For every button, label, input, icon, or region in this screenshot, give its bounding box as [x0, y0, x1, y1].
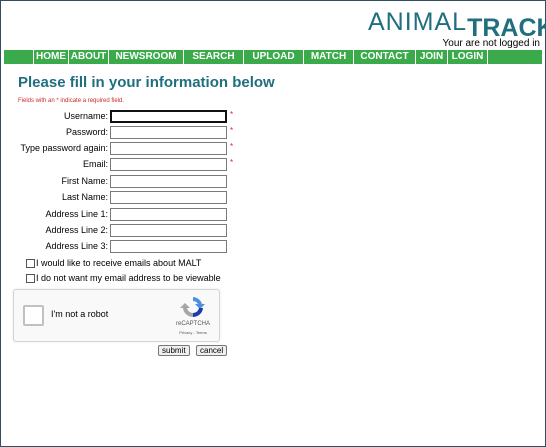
form-row-address-1: Address Line 1: [0, 208, 546, 222]
nav-item-about[interactable]: ABOUT [69, 50, 109, 64]
last-name-label: Last Name: [61, 192, 108, 202]
nav-spacer [4, 50, 34, 64]
login-status: Your are not logged in [442, 38, 541, 49]
required-field-note: Fields with an * indicate a required fie… [18, 98, 125, 104]
email-optin-label: I would like to receive emails about MAL… [36, 258, 202, 268]
last-name-input[interactable] [110, 191, 227, 204]
recaptcha-checkbox[interactable] [23, 305, 44, 326]
address-line-2-label: Address Line 2: [45, 225, 108, 235]
site-logo[interactable]: ANIMALTRACKS [368, 8, 546, 42]
logo-animal-text: ANIMAL [368, 8, 468, 36]
password-confirm-label: Type password again: [20, 143, 108, 153]
recaptcha-widget: I'm not a robot reCAPTCHA Privacy - Term… [13, 289, 220, 342]
hide-email-checkbox[interactable] [26, 274, 35, 283]
required-marker: * [230, 158, 234, 167]
form-row-address-2: Address Line 2: [0, 224, 546, 238]
required-marker: * [230, 110, 234, 119]
email-label: Email: [82, 159, 108, 169]
recaptcha-privacy-terms[interactable]: Privacy - Terms [166, 330, 220, 335]
page-title: Please fill in your information below [18, 74, 275, 91]
nav-item-newsroom[interactable]: NEWSROOM [109, 50, 184, 64]
required-marker: * [230, 142, 234, 151]
nav-filler [488, 50, 542, 64]
site-header: ANIMALTRACKS Your are not logged in [0, 0, 546, 50]
nav-item-contact[interactable]: CONTACT [354, 50, 416, 64]
recaptcha-label: I'm not a robot [51, 309, 109, 319]
address-line-3-input[interactable] [110, 240, 227, 253]
username-label: Username: [63, 111, 108, 121]
first-name-label: First Name: [61, 176, 108, 186]
form-row-first-name: First Name: [0, 175, 546, 189]
password-confirm-input[interactable] [110, 142, 227, 155]
password-label: Password: [65, 127, 108, 137]
form-row-email: Email: * [0, 158, 546, 172]
form-row-username: Username: * [0, 110, 546, 124]
form-row-password-confirm: Type password again: * [0, 142, 546, 156]
nav-item-match[interactable]: MATCH [304, 50, 354, 64]
email-optin-checkbox[interactable] [26, 259, 35, 268]
address-line-1-input[interactable] [110, 208, 227, 221]
nav-item-search[interactable]: SEARCH [184, 50, 244, 64]
nav-item-join[interactable]: JOIN [416, 50, 448, 64]
address-line-3-label: Address Line 3: [45, 241, 108, 251]
hide-email-label: I do not want my email address to be vie… [36, 273, 221, 283]
recaptcha-brand: reCAPTCHA [175, 321, 210, 327]
nav-item-upload[interactable]: UPLOAD [244, 50, 304, 64]
username-input[interactable] [110, 110, 227, 123]
required-marker: * [230, 126, 234, 135]
first-name-input[interactable] [110, 175, 227, 188]
password-input[interactable] [110, 126, 227, 139]
form-row-last-name: Last Name: [0, 191, 546, 205]
main-nav: HOME ABOUT NEWSROOM SEARCH UPLOAD MATCH … [4, 50, 542, 64]
address-line-2-input[interactable] [110, 224, 227, 237]
nav-item-home[interactable]: HOME [34, 50, 69, 64]
cancel-button[interactable]: cancel [196, 345, 228, 356]
recaptcha-logo-icon [180, 297, 205, 318]
form-row-address-3: Address Line 3: [0, 240, 546, 254]
email-input[interactable] [110, 158, 227, 171]
form-row-password: Password: * [0, 126, 546, 140]
address-line-1-label: Address Line 1: [45, 209, 108, 219]
nav-item-login[interactable]: LOGIN [448, 50, 488, 64]
submit-button[interactable]: submit [158, 345, 190, 356]
